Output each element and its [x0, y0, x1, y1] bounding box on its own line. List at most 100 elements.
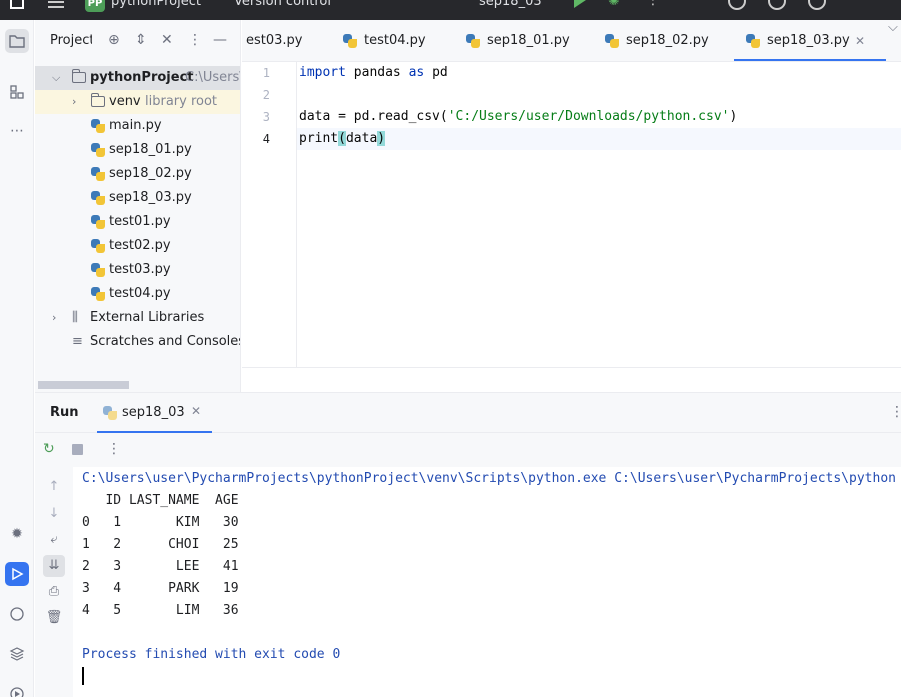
- chevron-down-icon[interactable]: ⌵: [52, 66, 60, 90]
- python-file-icon: [91, 143, 105, 157]
- soft-wrap-icon[interactable]: ⤶: [43, 529, 65, 551]
- tab-sep18-03[interactable]: sep18_03.py ✕: [734, 20, 886, 61]
- run-tab-sep18-03[interactable]: sep18_03 ✕: [97, 393, 212, 434]
- line-number: 2: [262, 88, 270, 102]
- run-console[interactable]: C:\Users\user\PycharmProjects\pythonProj…: [73, 467, 901, 697]
- tool-window-strip: ⋯ ✹: [0, 20, 34, 697]
- run-toolbar: ↻ ⋮: [35, 433, 901, 467]
- version-control-dropdown[interactable]: Version control: [234, 0, 331, 10]
- tree-file-item[interactable]: main.py: [35, 114, 240, 138]
- add-user-icon[interactable]: [728, 0, 746, 10]
- editor-footer: [242, 367, 901, 392]
- chevron-right-icon[interactable]: ›: [72, 90, 76, 114]
- tree-item-label: External Libraries: [90, 310, 205, 325]
- project-badge[interactable]: PP: [85, 0, 105, 12]
- clear-all-icon[interactable]: 🗑: [43, 607, 65, 629]
- structure-icon[interactable]: [5, 80, 29, 104]
- services-icon[interactable]: [5, 682, 29, 697]
- python-file-icon: [91, 287, 105, 301]
- python-file-icon: [605, 34, 619, 48]
- more-actions-icon[interactable]: ⋮: [646, 0, 660, 8]
- tab-est03[interactable]: est03.py: [246, 20, 303, 61]
- project-panel: Project ⊕ ⇕ ✕ ⋮ — ⌵ pythonProject C:\Use…: [35, 20, 241, 392]
- library-icon: ⫼: [72, 310, 78, 325]
- tree-file-item[interactable]: sep18_02.py: [35, 162, 240, 186]
- line-number: 1: [262, 66, 270, 80]
- tree-item-sublabel: library root: [145, 94, 218, 109]
- horizontal-scrollbar[interactable]: [38, 381, 129, 389]
- tree-file-item[interactable]: sep18_01.py: [35, 138, 240, 162]
- layers-icon[interactable]: [5, 642, 29, 666]
- search-icon[interactable]: [768, 0, 786, 10]
- tree-item-label: Scratches and Consoles: [90, 334, 241, 349]
- matched-paren: (: [338, 131, 346, 146]
- print-icon[interactable]: ⎙: [43, 581, 65, 603]
- debug-icon[interactable]: ✹: [5, 522, 29, 546]
- scroll-to-end-icon[interactable]: ⇊: [43, 555, 65, 577]
- line-number-gutter: 1 2 3 4: [242, 62, 297, 367]
- project-panel-header: Project ⊕ ⇕ ✕ ⋮ —: [35, 30, 240, 52]
- tree-file-label: test01.py: [109, 214, 171, 229]
- settings-icon[interactable]: [808, 0, 826, 10]
- locate-file-icon[interactable]: ⊕: [108, 32, 120, 48]
- more-options-icon[interactable]: ⋮: [107, 441, 121, 457]
- more-options-icon[interactable]: ⋮: [890, 404, 901, 420]
- line-number: 3: [262, 110, 270, 124]
- project-panel-title[interactable]: Project: [50, 33, 92, 48]
- code-text: pd: [424, 65, 448, 80]
- keyword: import: [299, 65, 346, 80]
- keyword: as: [408, 65, 425, 80]
- scroll-down-icon[interactable]: ↓: [43, 503, 65, 525]
- expand-all-icon[interactable]: ⇕: [135, 32, 147, 48]
- python-file-icon: [103, 406, 117, 420]
- tree-file-label: test03.py: [109, 262, 171, 277]
- project-options-icon[interactable]: ⋮: [188, 32, 202, 48]
- tree-file-label: main.py: [109, 118, 162, 133]
- run-panel-header: Run sep18_03 ✕ ⋮: [35, 392, 901, 434]
- folder-icon: [72, 69, 86, 83]
- rerun-icon[interactable]: ↻: [43, 441, 55, 457]
- collapse-all-icon[interactable]: ✕: [161, 32, 173, 48]
- run-tool-icon[interactable]: [5, 562, 29, 586]
- tree-file-item[interactable]: test01.py: [35, 210, 240, 234]
- folder-icon: [91, 93, 105, 107]
- code-text: ): [729, 109, 738, 124]
- python-file-icon: [91, 167, 105, 181]
- project-icon[interactable]: [5, 29, 29, 53]
- string-literal: 'C:/Users/user/Downloads/python.csv': [447, 109, 730, 124]
- tab-label: test04.py: [364, 33, 426, 48]
- close-icon[interactable]: ✕: [191, 404, 201, 418]
- python-file-icon: [746, 34, 760, 48]
- stop-icon[interactable]: [72, 444, 83, 455]
- python-file-icon: [466, 34, 480, 48]
- chevron-right-icon[interactable]: ›: [52, 306, 56, 330]
- debug-button[interactable]: ✺: [608, 0, 620, 8]
- tree-item-venv[interactable]: › venv library root: [35, 90, 240, 114]
- code-text: pandas: [345, 65, 409, 80]
- tree-file-item[interactable]: sep18_03.py: [35, 186, 240, 210]
- python-file-icon: [91, 239, 105, 253]
- tree-file-item[interactable]: test02.py: [35, 234, 240, 258]
- code-editor[interactable]: 1 2 3 4 import pandas as pd data = pd.re…: [242, 62, 901, 392]
- run-button[interactable]: [574, 0, 586, 8]
- text-caret: [82, 667, 84, 685]
- run-config-dropdown[interactable]: sep18_03: [479, 0, 542, 10]
- project-name-dropdown[interactable]: pythonProject: [111, 0, 201, 10]
- tree-item-scratches[interactable]: ≡ Scratches and Consoles: [35, 330, 241, 354]
- tree-root-project[interactable]: ⌵ pythonProject C:\Users\: [35, 66, 240, 90]
- console-output-line: 0 1 KIM 30: [82, 515, 239, 530]
- console-command-line: C:\Users\user\PycharmProjects\pythonProj…: [82, 471, 896, 486]
- scroll-up-icon[interactable]: ↑: [43, 476, 65, 498]
- chevron-down-icon[interactable]: ⌵: [888, 20, 898, 35]
- close-icon[interactable]: ✕: [855, 20, 865, 61]
- python-console-icon[interactable]: [5, 602, 29, 626]
- more-tools-icon[interactable]: ⋯: [5, 119, 29, 143]
- hide-panel-icon[interactable]: —: [213, 32, 227, 48]
- tree-file-item[interactable]: test04.py: [35, 282, 240, 306]
- run-panel-title: Run: [50, 405, 79, 420]
- tree-file-label: sep18_03.py: [109, 190, 192, 205]
- code-line-4: print(data): [299, 128, 386, 150]
- tree-item-external-libraries[interactable]: › ⫼ External Libraries: [35, 306, 240, 330]
- main-menu-icon[interactable]: [48, 0, 64, 8]
- tree-file-item[interactable]: test03.py: [35, 258, 240, 282]
